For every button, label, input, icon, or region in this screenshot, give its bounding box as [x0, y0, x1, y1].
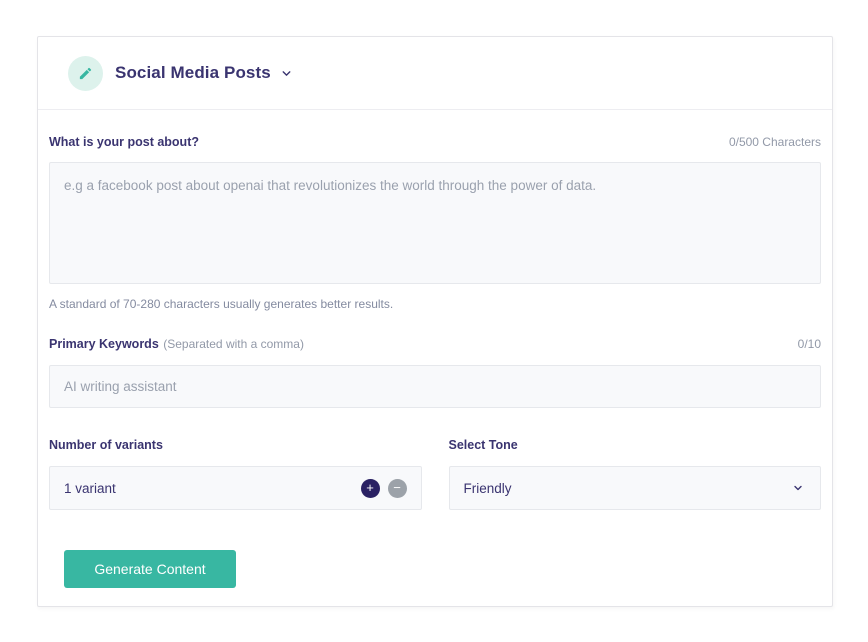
- chevron-down-icon: [792, 482, 804, 494]
- post-about-char-counter: 0/500 Characters: [729, 135, 821, 149]
- template-title[interactable]: Social Media Posts: [115, 63, 271, 83]
- keywords-label-hint: (Separated with a comma): [163, 337, 304, 351]
- pencil-icon: [68, 56, 103, 91]
- plus-icon: +: [366, 481, 374, 494]
- post-about-label: What is your post about?: [49, 135, 199, 149]
- variants-value: 1 variant: [64, 481, 361, 496]
- form-body: What is your post about? 0/500 Character…: [38, 135, 832, 588]
- options-row: Number of variants 1 variant + − Select …: [49, 436, 821, 510]
- increment-variant-button[interactable]: +: [361, 479, 380, 498]
- tone-column: Select Tone Friendly: [449, 436, 822, 510]
- tone-label: Select Tone: [449, 438, 518, 452]
- generate-content-button[interactable]: Generate Content: [64, 550, 236, 588]
- decrement-variant-button[interactable]: −: [388, 479, 407, 498]
- keywords-counter: 0/10: [798, 337, 821, 351]
- minus-icon: −: [393, 481, 401, 494]
- card-header: Social Media Posts: [38, 37, 832, 110]
- keywords-label-group: Primary Keywords (Separated with a comma…: [49, 335, 304, 353]
- tone-selected-value: Friendly: [464, 481, 793, 496]
- variants-label: Number of variants: [49, 438, 163, 452]
- keywords-input[interactable]: [49, 365, 821, 408]
- chevron-down-icon[interactable]: [280, 67, 293, 80]
- post-about-label-row: What is your post about? 0/500 Character…: [49, 135, 821, 149]
- post-about-helper-text: A standard of 70-280 characters usually …: [49, 297, 821, 311]
- variants-column: Number of variants 1 variant + −: [49, 436, 422, 510]
- variants-stepper: 1 variant + −: [49, 466, 422, 510]
- keywords-label-row: Primary Keywords (Separated with a comma…: [49, 335, 821, 353]
- content-generator-card: Social Media Posts What is your post abo…: [37, 36, 833, 607]
- keywords-label: Primary Keywords: [49, 337, 159, 351]
- variants-stepper-buttons: + −: [361, 479, 407, 498]
- post-about-textarea[interactable]: [49, 162, 821, 284]
- tone-select[interactable]: Friendly: [449, 466, 822, 510]
